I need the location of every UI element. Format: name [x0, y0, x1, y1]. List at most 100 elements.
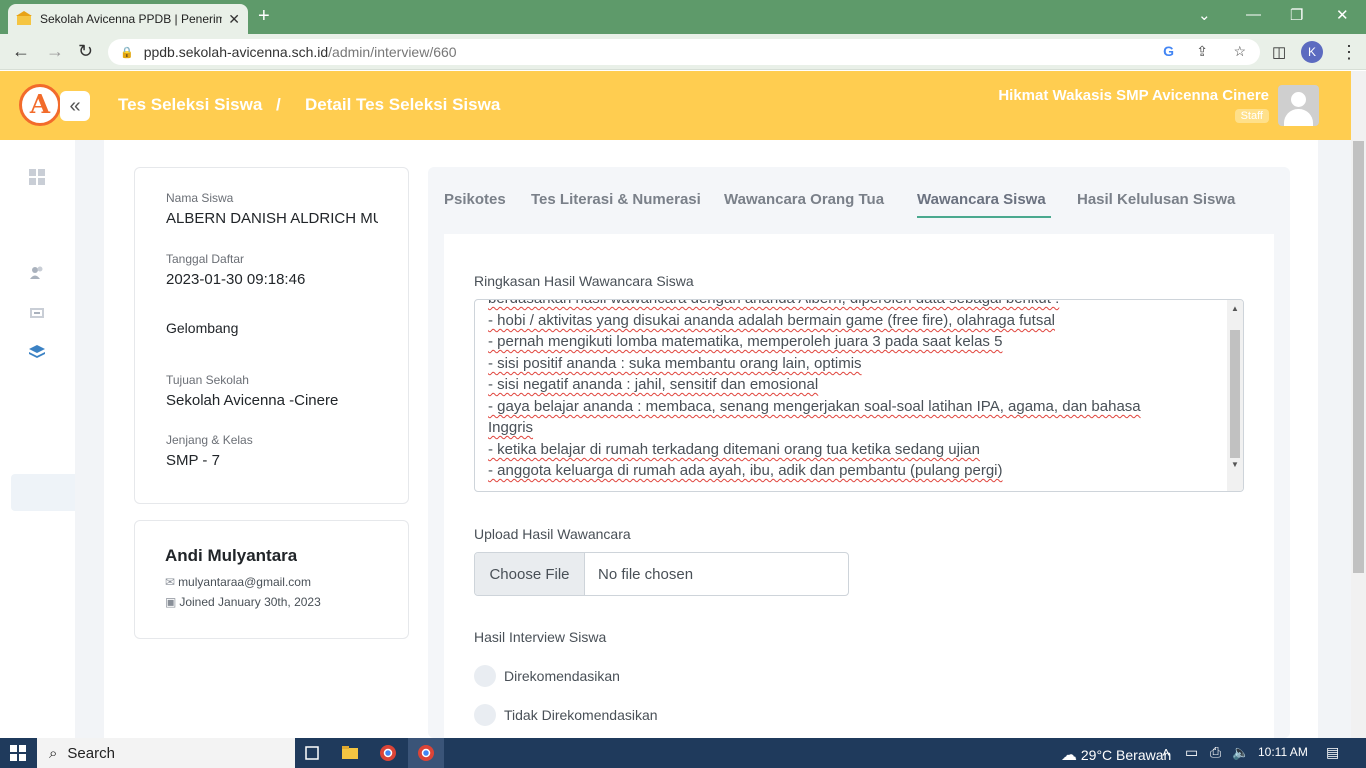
url-input[interactable]: 🔒 ppdb.sekolah-avicenna.sch.id/admin/int…: [108, 39, 1260, 65]
windows-start-icon[interactable]: [10, 745, 26, 761]
new-tab-icon[interactable]: +: [258, 6, 270, 26]
avicenna-logo[interactable]: A: [19, 84, 61, 126]
student-name-value: ALBERN DANISH ALDRICH MULYANTARA: [166, 210, 378, 227]
search-icon: ⌕: [49, 744, 58, 762]
summary-line: berdasarkan hasil wawancara dengan anand…: [488, 300, 1059, 307]
url-host: ppdb.sekolah-avicenna.sch.id: [143, 44, 329, 60]
file-upload-input[interactable]: Choose File No file chosen: [474, 552, 849, 596]
tab-search-icon[interactable]: ⌄: [1198, 6, 1211, 24]
tab-psikotes[interactable]: Psikotes: [444, 191, 506, 208]
scroll-up-icon[interactable]: ▲: [1231, 304, 1239, 313]
summary-textarea[interactable]: berdasarkan hasil wawancara dengan anand…: [474, 299, 1244, 492]
target-school-label: Tujuan Sekolah: [166, 373, 249, 387]
browser-tab-bar: Sekolah Avicenna PPDB | Penerim ✕ + ⌄ — …: [0, 0, 1366, 34]
favicon-icon: [16, 11, 32, 25]
restore-icon[interactable]: ❐: [1290, 6, 1303, 24]
textarea-scrollbar[interactable]: ▲ ▼: [1227, 300, 1243, 491]
level-value: SMP - 7: [166, 452, 220, 469]
summary-line: - sisi negatif ananda : jahil, sensitif …: [488, 376, 819, 393]
tab-title: Sekolah Avicenna PPDB | Penerim: [40, 12, 223, 26]
radio-tidak-direkomendasikan[interactable]: [474, 704, 496, 726]
forward-icon[interactable]: →: [46, 41, 64, 62]
tab-wawancara-siswa[interactable]: Wawancara Siswa: [917, 191, 1046, 208]
lock-icon: 🔒: [120, 46, 134, 59]
share-icon[interactable]: ⇪: [1196, 43, 1208, 60]
parent-email-row: ✉ mulyantaraa@gmail.com: [165, 575, 311, 589]
parent-joined: Joined January 30th, 2023: [179, 595, 321, 609]
result-label: Hasil Interview Siswa: [474, 629, 607, 645]
tab-wawancara-orang-tua[interactable]: Wawancara Orang Tua: [724, 191, 884, 208]
summary-line: - anggota keluarga di rumah ada ayah, ib…: [488, 462, 1003, 479]
tab-close-icon[interactable]: ✕: [228, 11, 240, 28]
breadcrumb-detail: Detail Tes Seleksi Siswa: [305, 95, 501, 114]
radio-direkomendasikan[interactable]: [474, 665, 496, 687]
side-panel-icon[interactable]: ◫: [1272, 43, 1286, 61]
bookmark-star-icon[interactable]: ☆: [1233, 43, 1246, 60]
file-explorer-icon[interactable]: [341, 744, 359, 762]
tray-up-icon[interactable]: ˄: [1162, 744, 1170, 760]
choose-file-button[interactable]: Choose File: [475, 553, 585, 595]
summary-line: Inggris: [488, 419, 534, 436]
chrome-active-icon[interactable]: [417, 744, 435, 762]
upload-label: Upload Hasil Wawancara: [474, 526, 631, 542]
layers-icon[interactable]: [28, 343, 46, 361]
system-clock[interactable]: 10:11 AM: [1258, 745, 1308, 759]
parent-name: Andi Mulyantara: [165, 546, 298, 565]
student-name-label: Nama Siswa: [166, 191, 234, 205]
tab-literasi-numerasi[interactable]: Tes Literasi & Numerasi: [531, 191, 701, 208]
parent-email: mulyantaraa@gmail.com: [178, 575, 311, 589]
chrome-icon[interactable]: [379, 744, 397, 762]
browser-tab[interactable]: Sekolah Avicenna PPDB | Penerim ✕: [8, 4, 248, 34]
menu-kebab-icon[interactable]: ⋮: [1340, 42, 1358, 63]
minimize-icon[interactable]: —: [1246, 6, 1261, 23]
parent-joined-row: ▣ Joined January 30th, 2023: [165, 595, 321, 609]
active-tab-indicator: [917, 216, 1051, 218]
weather-widget[interactable]: ☁ 29°C Berawan: [1061, 745, 1171, 765]
address-bar: ← → ↻ 🔒 ppdb.sekolah-avicenna.sch.id/adm…: [0, 34, 1366, 70]
page-scrollbar[interactable]: [1351, 71, 1366, 738]
summary-line: - pernah mengikuti lomba matematika, mem…: [488, 333, 1003, 350]
volume-icon[interactable]: 🔈: [1232, 744, 1249, 761]
app-header: A « Tes Seleksi Siswa / Detail Tes Selek…: [0, 71, 1351, 140]
level-label: Jenjang & Kelas: [166, 433, 253, 447]
scroll-down-icon[interactable]: ▼: [1231, 460, 1239, 469]
summary-line: - ketika belajar di rumah terkadang dite…: [488, 441, 980, 458]
scan-icon[interactable]: [28, 304, 46, 322]
network-icon[interactable]: ▭: [1185, 744, 1198, 761]
register-date-value: 2023-01-30 09:18:46: [166, 271, 306, 288]
taskbar-search[interactable]: ⌕ Search: [37, 738, 295, 768]
textarea-scroll-thumb[interactable]: [1230, 330, 1240, 458]
taskbar-search-label: Search: [67, 744, 115, 762]
radio-label-tidak-direkomendasikan[interactable]: Tidak Direkomendasikan: [504, 707, 658, 723]
url-path: /admin/interview/660: [328, 44, 457, 60]
reload-icon[interactable]: ↻: [78, 41, 93, 62]
device-icon[interactable]: ⎙: [1210, 744, 1221, 761]
tab-hasil-kelulusan[interactable]: Hasil Kelulusan Siswa: [1077, 191, 1235, 208]
register-date-label: Tanggal Daftar: [166, 252, 245, 266]
profile-avatar[interactable]: K: [1301, 41, 1323, 63]
user-avatar[interactable]: [1278, 85, 1319, 126]
role-badge: Staff: [1234, 109, 1269, 123]
target-school-value: Sekolah Avicenna -Cinere: [166, 392, 339, 409]
users-icon[interactable]: [28, 264, 46, 282]
breadcrumb-tes-seleksi[interactable]: Tes Seleksi Siswa: [118, 95, 262, 115]
envelope-icon: ✉: [165, 575, 176, 589]
wave-label: Gelombang: [166, 320, 239, 336]
dashboard-icon[interactable]: [28, 168, 46, 186]
windows-taskbar: ⌕ Search ☁ 29°C Berawan ˄ ▭ ⎙ 🔈 10:11 AM…: [0, 738, 1366, 768]
user-name[interactable]: Hikmat Wakasis SMP Avicenna Cinere: [998, 87, 1269, 104]
google-icon[interactable]: G: [1163, 43, 1174, 59]
radio-label-direkomendasikan[interactable]: Direkomendasikan: [504, 668, 620, 684]
cloud-icon: ☁: [1061, 747, 1077, 764]
task-view-icon[interactable]: [303, 744, 321, 762]
summary-line: - gaya belajar ananda : membaca, senang …: [488, 398, 1141, 415]
back-icon[interactable]: ←: [12, 41, 30, 62]
notification-icon[interactable]: ▤: [1326, 744, 1339, 761]
sidebar: [0, 140, 75, 738]
page-scroll-thumb[interactable]: [1353, 141, 1364, 573]
collapse-sidebar-icon[interactable]: «: [60, 91, 90, 121]
breadcrumb-separator: /: [276, 95, 281, 114]
weather-text: 29°C Berawan: [1080, 747, 1172, 763]
calendar-icon: ▣: [165, 595, 177, 609]
close-window-icon[interactable]: ✕: [1336, 6, 1349, 24]
